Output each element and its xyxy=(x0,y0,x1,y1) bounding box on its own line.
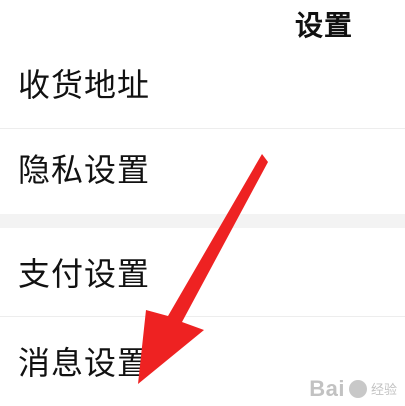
settings-item-privacy[interactable]: 隐私设置 xyxy=(0,134,405,206)
settings-item-address[interactable]: 收货地址 xyxy=(0,48,405,122)
settings-item-payment[interactable]: 支付设置 xyxy=(0,236,405,312)
settings-item-label: 消息设置 xyxy=(18,344,151,382)
divider xyxy=(0,316,405,317)
divider xyxy=(0,128,405,129)
watermark-brand: Bai xyxy=(309,376,345,401)
baidu-paw-icon xyxy=(348,380,367,398)
watermark-sub: 经验 xyxy=(370,382,397,398)
page-title: 设置 xyxy=(294,9,353,42)
section-gap xyxy=(0,214,405,228)
settings-item-label: 支付设置 xyxy=(18,255,151,293)
settings-item-label: 收货地址 xyxy=(18,66,151,104)
settings-item-label: 隐私设置 xyxy=(18,151,151,189)
baidu-watermark: Bai 经验 xyxy=(309,376,397,402)
